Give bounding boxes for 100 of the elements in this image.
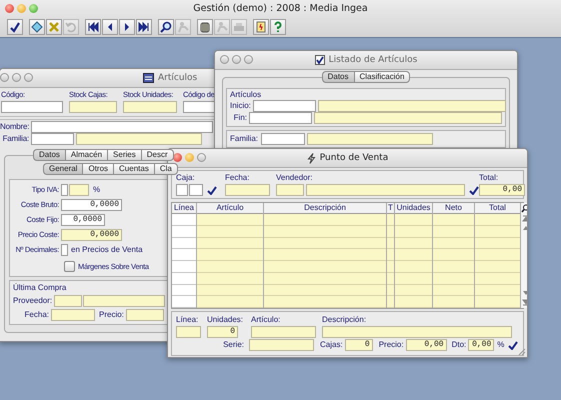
input-field[interactable] [176, 184, 188, 196]
table-cell[interactable] [172, 296, 196, 308]
table-cell[interactable] [197, 296, 263, 308]
tab[interactable]: Series [107, 149, 141, 161]
table-cell[interactable] [433, 272, 474, 284]
table-cell[interactable] [475, 284, 520, 296]
check-button[interactable] [7, 19, 23, 35]
input-field[interactable] [322, 326, 512, 338]
input-field[interactable]: 0,0000 [61, 229, 122, 241]
input-field[interactable] [123, 101, 177, 113]
table-cell[interactable] [172, 284, 196, 296]
table-cell[interactable] [395, 226, 432, 238]
tab[interactable]: Cla [154, 163, 178, 175]
input-field[interactable] [225, 184, 270, 196]
table-cell[interactable] [475, 249, 520, 261]
table-cell[interactable] [172, 214, 196, 226]
table-cell[interactable] [475, 272, 520, 284]
table-cell[interactable] [264, 261, 386, 273]
input-field[interactable]: 0,00 [468, 339, 494, 351]
previous-button[interactable] [102, 19, 118, 35]
input-field[interactable] [69, 184, 89, 196]
table-cell[interactable] [172, 261, 196, 273]
checkbox[interactable] [64, 261, 75, 272]
table-cell[interactable] [172, 238, 196, 250]
table-cell[interactable] [433, 249, 474, 261]
table-cell[interactable] [395, 272, 432, 284]
input-field[interactable]: 0 [207, 326, 238, 338]
table-cell[interactable] [197, 284, 263, 296]
input-field[interactable] [61, 184, 68, 196]
note-button[interactable] [253, 19, 269, 35]
input-field[interactable] [306, 184, 465, 196]
check-icon[interactable] [508, 340, 518, 350]
input-field[interactable] [189, 184, 203, 196]
input-field[interactable] [83, 295, 166, 307]
table-cell[interactable] [395, 238, 432, 250]
binder-button[interactable] [197, 19, 213, 35]
table-cell[interactable] [264, 226, 386, 238]
check-icon[interactable] [207, 186, 217, 194]
table-cell[interactable] [172, 226, 196, 238]
table-cell[interactable] [387, 238, 394, 250]
input-field[interactable] [176, 326, 201, 338]
table-cell[interactable] [433, 238, 474, 250]
minimize-button[interactable] [12, 73, 21, 82]
column-header[interactable]: Total [475, 203, 520, 214]
input-field[interactable] [276, 184, 304, 196]
zoom-button[interactable] [24, 73, 33, 82]
first-button[interactable] [85, 19, 101, 35]
tab[interactable]: Clasificación [354, 71, 410, 83]
table-cell[interactable] [475, 226, 520, 238]
table-cell[interactable] [387, 226, 394, 238]
table-cell[interactable] [172, 249, 196, 261]
table-cell[interactable] [433, 261, 474, 273]
check-icon[interactable] [469, 186, 479, 194]
input-field[interactable] [31, 121, 213, 133]
tab[interactable]: Datos [33, 149, 65, 161]
table-cell[interactable] [395, 261, 432, 273]
minimize-button[interactable] [17, 4, 26, 13]
total-field[interactable]: 0,00 [479, 184, 525, 196]
minimize-button[interactable] [232, 55, 241, 64]
table-cell[interactable] [197, 249, 263, 261]
table-cell[interactable] [197, 214, 263, 226]
table-cell[interactable] [197, 226, 263, 238]
close-button[interactable] [220, 55, 229, 64]
table-cell[interactable] [264, 249, 386, 261]
table-cell[interactable] [264, 284, 386, 296]
table-cell[interactable] [433, 226, 474, 238]
input-field[interactable]: 0,0000 [61, 214, 105, 226]
tab[interactable]: General [43, 163, 82, 175]
table-cell[interactable] [197, 261, 263, 273]
table-cell[interactable] [433, 214, 474, 226]
input-field[interactable] [307, 133, 434, 145]
tab[interactable]: Cuentas [113, 163, 154, 175]
input-field[interactable] [54, 295, 82, 307]
column-header[interactable]: Artículo [197, 203, 263, 214]
input-field[interactable] [318, 100, 506, 112]
zoom-button[interactable] [29, 4, 38, 13]
table-cell[interactable] [264, 296, 386, 308]
input-field[interactable] [251, 326, 316, 338]
table-cell[interactable] [475, 238, 520, 250]
table-cell[interactable] [387, 249, 394, 261]
input-field[interactable] [249, 112, 312, 124]
table-cell[interactable] [475, 214, 520, 226]
table-cell[interactable] [264, 272, 386, 284]
table-cell[interactable] [387, 261, 394, 273]
column-header[interactable]: Unidades [395, 203, 432, 214]
zoom-button[interactable] [197, 153, 206, 162]
table-cell[interactable] [197, 238, 263, 250]
input-field[interactable] [1, 101, 63, 113]
close-button[interactable] [5, 4, 14, 13]
column-header[interactable]: Descripción [264, 203, 386, 214]
diamond-button[interactable] [29, 19, 45, 35]
last-button[interactable] [136, 19, 152, 35]
table-cell[interactable] [475, 296, 520, 308]
input-field[interactable] [31, 133, 74, 145]
table-cell[interactable] [387, 296, 394, 308]
table-cell[interactable] [395, 249, 432, 261]
input-field[interactable] [61, 244, 68, 256]
table-cell[interactable] [395, 284, 432, 296]
input-field[interactable] [249, 339, 314, 351]
table-cell[interactable] [395, 214, 432, 226]
